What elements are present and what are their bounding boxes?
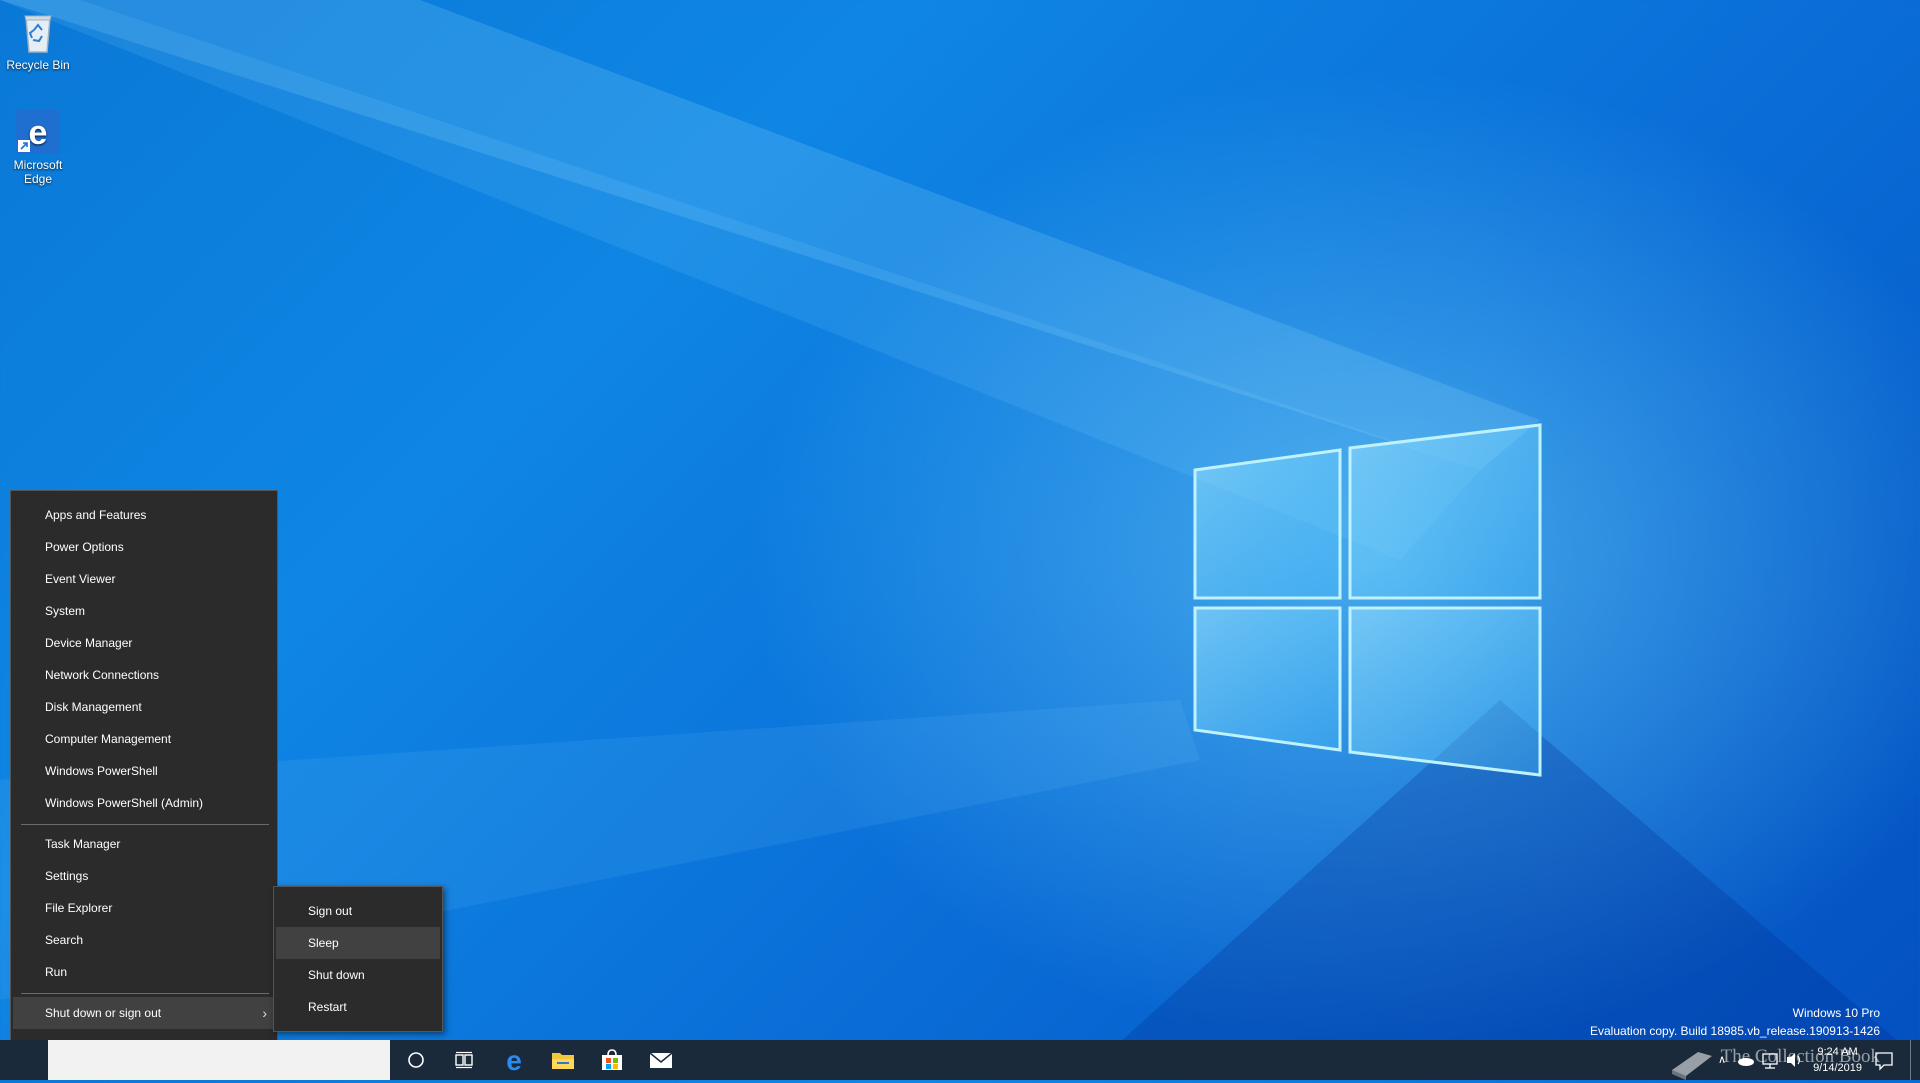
- taskbar: e ∧ The Collection Book 9:24 AM 9/14/201…: [0, 1040, 1920, 1080]
- build-text: Evaluation copy. Build 18985.vb_release.…: [1590, 1024, 1880, 1038]
- menu-item-shut-down-or-sign-out[interactable]: Shut down or sign out ›: [13, 997, 275, 1029]
- menu-item-task-manager[interactable]: Task Manager: [13, 828, 275, 860]
- shutdown-submenu: Sign out Sleep Shut down Restart: [273, 886, 443, 1032]
- menu-item-search[interactable]: Search: [13, 924, 275, 956]
- clock-date: 9/14/2019: [1813, 1062, 1862, 1074]
- menu-item-windows-powershell-admin[interactable]: Windows PowerShell (Admin): [13, 787, 275, 819]
- edge-label: Microsoft Edge: [13, 158, 63, 186]
- action-center-icon[interactable]: [1872, 1040, 1902, 1080]
- menu-item-device-manager[interactable]: Device Manager: [13, 627, 275, 659]
- menu-item-system[interactable]: System: [13, 595, 275, 627]
- submenu-item-sleep[interactable]: Sleep: [276, 927, 440, 959]
- menu-item-windows-powershell[interactable]: Windows PowerShell: [13, 755, 275, 787]
- svg-text:e: e: [29, 114, 48, 152]
- edge-icon: e: [14, 108, 62, 156]
- submenu-item-sign-out[interactable]: Sign out: [276, 895, 440, 927]
- menu-item-disk-management[interactable]: Disk Management: [13, 691, 275, 723]
- evaluation-watermark: Windows 10 Pro Evaluation copy. Build 18…: [1590, 1004, 1880, 1040]
- submenu-item-restart[interactable]: Restart: [276, 991, 440, 1023]
- winx-menu: Apps and Features Power Options Event Vi…: [10, 490, 278, 1070]
- menu-item-network-connections[interactable]: Network Connections: [13, 659, 275, 691]
- chevron-right-icon: ›: [262, 1005, 267, 1021]
- taskbar-search-box[interactable]: [48, 1040, 390, 1080]
- menu-item-run[interactable]: Run: [13, 956, 275, 988]
- show-desktop-button[interactable]: [1910, 1040, 1920, 1080]
- menu-separator: [21, 824, 269, 825]
- task-view-icon[interactable]: [440, 1040, 488, 1080]
- menu-item-settings[interactable]: Settings: [13, 860, 275, 892]
- windows-logo: [1193, 423, 1542, 777]
- submenu-item-shut-down[interactable]: Shut down: [276, 959, 440, 991]
- clock-time: 9:24 AM: [1817, 1046, 1858, 1058]
- store-icon[interactable]: [588, 1040, 636, 1080]
- menu-item-power-options[interactable]: Power Options: [13, 531, 275, 563]
- file-explorer-icon[interactable]: [539, 1040, 587, 1080]
- menu-item-computer-management[interactable]: Computer Management: [13, 723, 275, 755]
- recycle-bin-icon: [14, 8, 62, 56]
- desktop-icon-recycle-bin[interactable]: Recycle Bin: [1, 8, 75, 72]
- cortana-icon[interactable]: [392, 1040, 440, 1080]
- menu-item-apps-and-features[interactable]: Apps and Features: [13, 499, 275, 531]
- recycle-bin-label: Recycle Bin: [6, 58, 70, 72]
- desktop-icon-edge[interactable]: e Microsoft Edge: [1, 108, 75, 186]
- system-clock[interactable]: 9:24 AM 9/14/2019: [1813, 1044, 1862, 1076]
- edition-text: Windows 10 Pro: [1792, 1006, 1880, 1020]
- menu-item-file-explorer[interactable]: File Explorer: [13, 892, 275, 924]
- menu-item-label: Shut down or sign out: [45, 1006, 162, 1020]
- menu-separator: [21, 993, 269, 994]
- menu-item-event-viewer[interactable]: Event Viewer: [13, 563, 275, 595]
- svg-text:e: e: [506, 1047, 522, 1073]
- mail-icon[interactable]: [637, 1040, 685, 1080]
- edge-icon[interactable]: e: [490, 1040, 538, 1080]
